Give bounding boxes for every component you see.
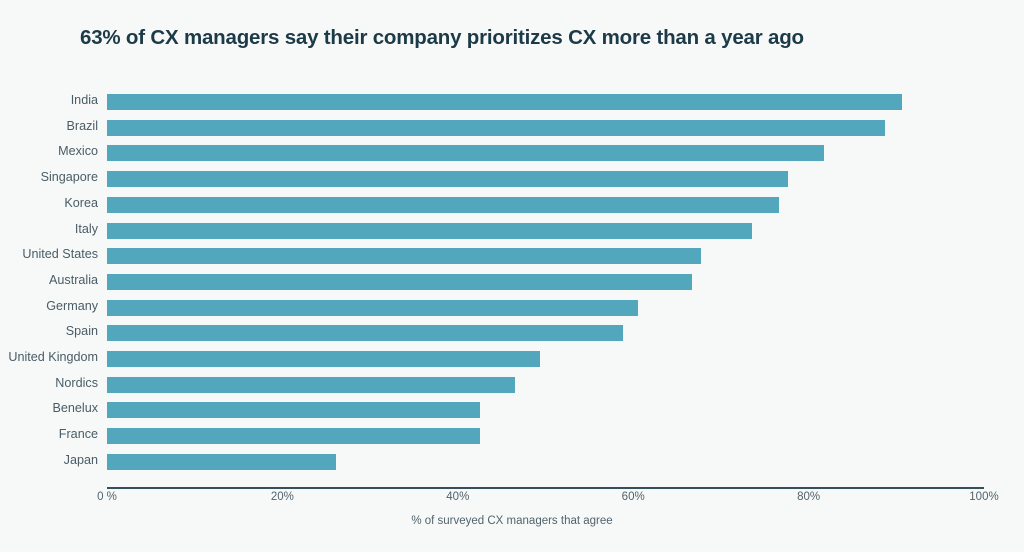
bar-row: France: [0, 424, 1024, 450]
bar: [107, 325, 623, 342]
x-tick-label: 40%: [446, 491, 470, 503]
x-axis-caption: % of surveyed CX managers that agree: [411, 515, 613, 527]
x-tick-label: 20%: [270, 491, 294, 503]
bar-row: Brazil: [0, 116, 1024, 142]
bar-row: Nordics: [0, 373, 1024, 399]
bar-category-label: United States: [22, 247, 98, 262]
bar: [107, 222, 753, 239]
bar: [107, 351, 541, 367]
bar-row: Korea: [0, 193, 1024, 219]
bar: [107, 196, 779, 213]
bar-category-label: Mexico: [58, 144, 98, 159]
x-tick-label: 100%: [969, 491, 999, 503]
bar: [107, 273, 692, 290]
bar-category-label: Korea: [64, 195, 98, 210]
bar-category-label: Italy: [74, 221, 98, 236]
bar: [107, 299, 638, 316]
bar-track: [107, 376, 984, 393]
bar-track: [107, 119, 984, 136]
bar: [107, 376, 515, 393]
bar-row: Singapore: [0, 167, 1024, 193]
bar: [107, 428, 480, 445]
bar: [107, 402, 480, 419]
bar-category-label: France: [58, 427, 98, 442]
bar-category-label: Benelux: [52, 401, 98, 416]
bar-chart: 63% of CX managers say their company pri…: [0, 0, 1024, 552]
plot-area: India Brazil Mexico Singapore Korea Italy Unit…: [0, 88, 1024, 486]
bar-row: Germany: [0, 296, 1024, 322]
x-tick-label: 80%: [797, 491, 821, 503]
bar-row: Mexico: [0, 141, 1024, 167]
bar-category-label: India: [70, 93, 98, 107]
x-tick-label: 0 %: [97, 491, 117, 503]
bar-category-label: Germany: [46, 298, 98, 313]
bar-track: [107, 351, 984, 367]
bar-track: [107, 453, 984, 470]
x-tick-label: 60%: [621, 491, 645, 503]
bar-category-label: Spain: [65, 324, 98, 339]
bar-category-label: Singapore: [40, 170, 98, 185]
bar: [107, 119, 885, 136]
bar-track: [107, 222, 984, 239]
x-axis-line: [107, 487, 984, 489]
bar-category-label: Japan: [63, 452, 98, 467]
chart-title: 63% of CX managers say their company pri…: [80, 26, 804, 49]
bar-track: [107, 273, 984, 290]
bar: [107, 453, 336, 470]
bar-row: Australia: [0, 270, 1024, 296]
bar: [107, 94, 902, 110]
bar-row: Italy: [0, 219, 1024, 245]
bar: [107, 145, 824, 162]
bar-category-label: Nordics: [55, 375, 98, 390]
bar: [107, 248, 701, 265]
bar-row: India: [0, 90, 1024, 116]
bar-track: [107, 402, 984, 419]
bar-category-label: Australia: [49, 272, 98, 287]
bar-category-label: Brazil: [66, 118, 99, 133]
bar: [107, 171, 789, 188]
bar-track: [107, 145, 984, 162]
bar-track: [107, 428, 984, 445]
bar-track: [107, 248, 984, 265]
bar-track: [107, 94, 984, 110]
bar-track: [107, 171, 984, 188]
bar-row: Japan: [0, 450, 1024, 476]
x-axis-tick-labels: 0 % 20% 40% 60% 80% 100%: [0, 491, 1024, 509]
bar-track: [107, 196, 984, 213]
bar-track: [107, 299, 984, 316]
bar-category-label: United Kingdom: [8, 350, 98, 364]
bar-row: Benelux: [0, 398, 1024, 424]
bar-track: [107, 325, 984, 342]
bar-row: Spain: [0, 321, 1024, 347]
bar-row: United States: [0, 244, 1024, 270]
bar-row: United Kingdom: [0, 347, 1024, 373]
